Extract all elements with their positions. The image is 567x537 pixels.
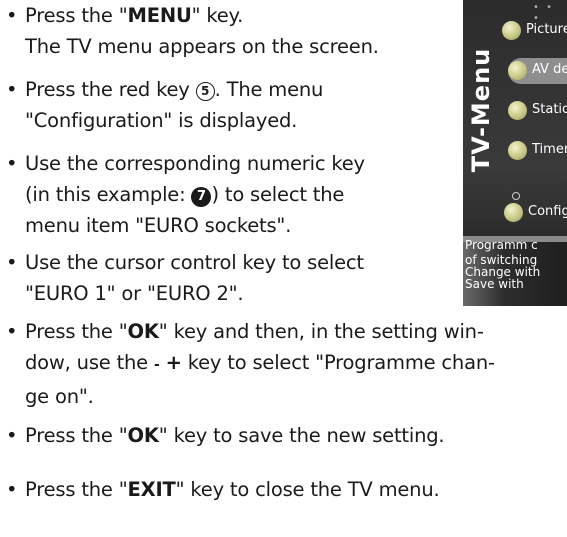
key-name: EXIT [127,478,176,501]
bullet: • [6,424,18,447]
bullet: • [6,78,18,101]
step-1: • Press the "MENU" key. The TV menu appe… [0,0,379,62]
menu-item-picture[interactable]: Picture [502,18,567,44]
bullet: • [6,152,18,175]
menu-item-configuration[interactable]: Config [504,200,567,226]
menu-bullet-icon [508,61,527,80]
small-circle-icon [512,192,520,200]
menu-item-stations[interactable]: Station [508,98,567,124]
key-name: OK [127,424,159,447]
bullet: • [6,320,18,343]
menu-bullet-icon [508,101,527,120]
step-5: • Press the "OK" key and then, in the se… [0,316,495,412]
plus-key-icon: + [165,351,182,374]
info-box: Programm c of switching Change with Save… [463,236,567,306]
menu-bullet-icon [504,203,523,222]
menu-bullet-icon [502,21,521,40]
menu-item-av-devices[interactable]: AV dev [508,58,567,84]
minus-key-icon: - [153,357,160,373]
bullet: • [6,4,18,27]
tv-menu-title: TV-Menu [467,47,495,173]
step-4: • Use the cursor control key to select "… [0,247,364,309]
key-name: MENU [127,4,192,27]
red-key-icon: 5 [195,82,215,101]
bullet: • [6,478,18,501]
info-line: Programm c [465,238,538,252]
step-6: • Press the "OK" key to save the new set… [0,420,445,451]
numeric-key-icon: 7 [191,187,212,207]
tv-menu-screenshot: • • • TV-Menu Picture AV dev Station Tim… [463,0,567,306]
step-7: • Press the "EXIT" key to close the TV m… [0,474,440,505]
menu-item-timer[interactable]: Timer [508,138,567,164]
info-line: Save with [465,277,524,291]
bullet: • [6,251,18,274]
step-3: • Use the corresponding numeric key (in … [0,148,365,241]
key-name: OK [127,320,159,343]
step-2: • Press the red key 5. The menu "Configu… [0,74,323,136]
menu-bullet-icon [508,141,527,160]
